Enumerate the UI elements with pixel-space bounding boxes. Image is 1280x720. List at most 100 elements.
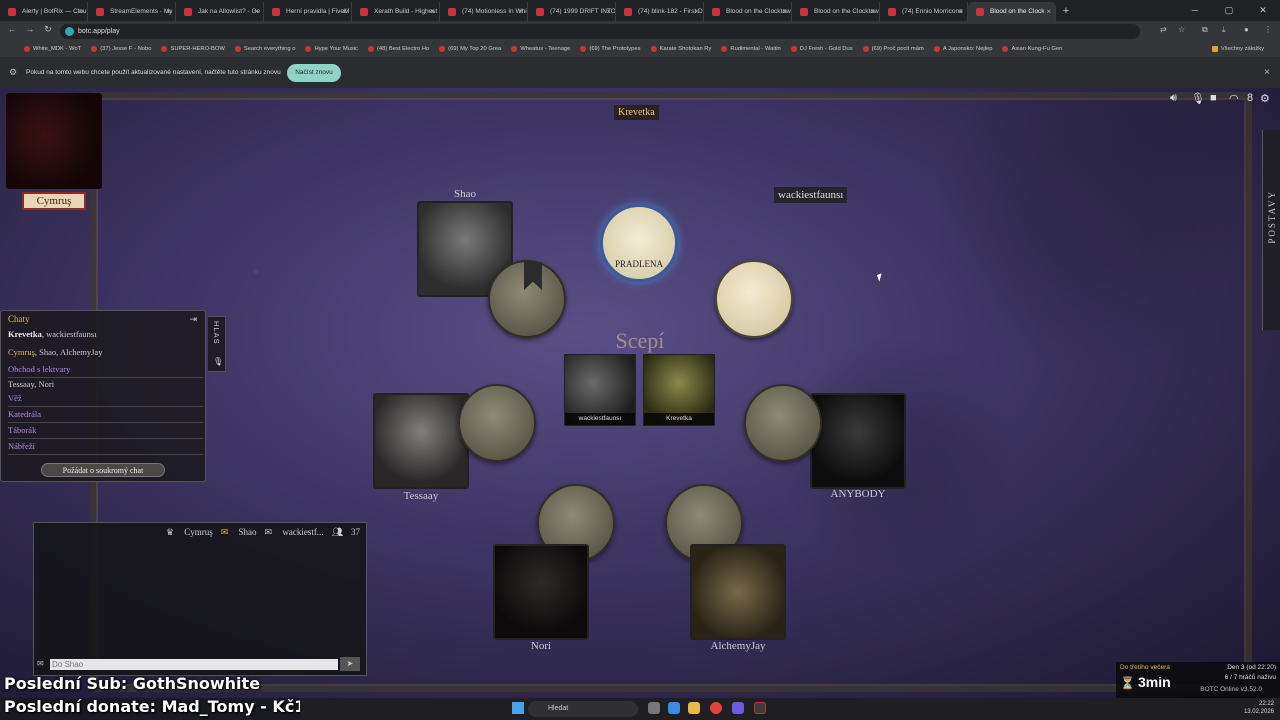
- bookmark-star-icon[interactable]: ☆: [1178, 25, 1185, 34]
- extensions-icon[interactable]: ⧉: [1202, 25, 1208, 35]
- voice-tab[interactable]: HLAS 🎙︎: [208, 316, 226, 372]
- forward-icon[interactable]: →: [24, 24, 36, 34]
- vote-token[interactable]: [458, 384, 536, 462]
- player-portrait-nori[interactable]: [493, 544, 589, 640]
- send-icon[interactable]: ➤: [340, 657, 360, 671]
- chat-tab[interactable]: ✉ wackiestf...: [265, 527, 324, 538]
- browser-tab[interactable]: Blood on the Clocktow ×: [792, 2, 880, 21]
- browser-tab[interactable]: Blood on the Clocktow ×: [704, 2, 792, 21]
- close-tab-icon[interactable]: ×: [870, 2, 875, 21]
- edge-icon[interactable]: [668, 702, 680, 714]
- browser-tab[interactable]: (74) 1999 DRIFT INTO ×: [528, 2, 616, 21]
- vote-token[interactable]: [488, 260, 566, 338]
- close-tab-icon[interactable]: ×: [518, 2, 523, 21]
- player-portrait-anybody[interactable]: [810, 393, 906, 489]
- chat-room[interactable]: Táborák: [8, 425, 203, 439]
- player-portrait-alchemyjay[interactable]: [690, 544, 786, 640]
- url-field[interactable]: botc.app/play: [60, 24, 1140, 39]
- bookmark-item[interactable]: (37) Jesse F - Nobo: [91, 46, 151, 52]
- close-tab-icon[interactable]: ×: [254, 2, 259, 21]
- gear-icon[interactable]: ⚙: [1260, 92, 1270, 105]
- bookmark-favicon-icon: [24, 46, 30, 52]
- all-bookmarks-folder[interactable]: Všechny záložky: [1211, 46, 1264, 52]
- browser-tab[interactable]: Alerty | BotRix — Clou ×: [0, 2, 88, 21]
- bookmark-item[interactable]: (69) Proč pocit mám: [862, 46, 924, 52]
- obs-icon[interactable]: [754, 702, 766, 714]
- chat-tab-active[interactable]: ✉ Shao: [221, 527, 257, 538]
- reload-button[interactable]: Načíst znovu: [287, 64, 341, 82]
- bookmark-item[interactable]: Karate Shotokan Ry: [650, 46, 711, 52]
- discord-icon[interactable]: [732, 702, 744, 714]
- group-icon[interactable]: 👥︎: [332, 527, 343, 538]
- bookmark-item[interactable]: A Japonsko: Nejlep: [933, 46, 992, 52]
- vote-token[interactable]: [744, 384, 822, 462]
- bookmark-item[interactable]: (69) My Top 20 Grea: [439, 46, 501, 52]
- close-tab-icon[interactable]: ×: [1046, 2, 1051, 21]
- task-view-icon[interactable]: [648, 702, 660, 714]
- player-portrait-tessaay[interactable]: [373, 393, 469, 489]
- bookmark-item[interactable]: Hype Your Music: [305, 46, 358, 52]
- translate-icon[interactable]: ⇄: [1160, 25, 1167, 34]
- bookmark-item[interactable]: (48) Best Electro Ho: [367, 46, 429, 52]
- close-window-icon[interactable]: ✕: [1246, 0, 1280, 21]
- reload-icon[interactable]: ↻: [42, 24, 54, 35]
- browser-tab[interactable]: Jak na Allowlist? - Ge ×: [176, 2, 264, 21]
- request-private-chat-button[interactable]: Požádat o soukromý chat: [41, 463, 165, 477]
- windows-start-icon[interactable]: [512, 702, 524, 714]
- bookmark-item[interactable]: DJ Fresh - Gold Dus: [790, 46, 853, 52]
- bookmark-item[interactable]: Search everything o: [234, 46, 295, 52]
- close-tab-icon[interactable]: ×: [342, 2, 347, 21]
- chat-input[interactable]: [50, 659, 338, 670]
- system-tray-clock[interactable]: 22:22 13.02.2026: [1244, 700, 1274, 716]
- close-icon[interactable]: ×: [1264, 67, 1270, 78]
- chat-tab[interactable]: ♛ Cymruş: [166, 527, 213, 538]
- maximize-icon[interactable]: ▢: [1212, 0, 1246, 21]
- browser-tab-active[interactable]: Blood on the Clock ×: [968, 2, 1056, 21]
- new-tab-button[interactable]: +: [1056, 2, 1076, 21]
- browser-tab[interactable]: (74) Ennio Morricone ×: [880, 2, 968, 21]
- tab-favicon-icon: [536, 8, 544, 16]
- close-tab-icon[interactable]: ×: [166, 2, 171, 21]
- chat-room[interactable]: Nábřeží: [8, 441, 203, 455]
- browser-tab[interactable]: StreamElements - My ×: [88, 2, 176, 21]
- taskbar-search[interactable]: Hledat: [528, 701, 638, 717]
- browser-tab[interactable]: (74) blink-182 - First D ×: [616, 2, 704, 21]
- back-icon[interactable]: ←: [6, 24, 18, 34]
- character-token[interactable]: PRADLENA: [600, 204, 678, 282]
- chat-room[interactable]: Obchod s lektvary: [8, 364, 203, 378]
- bookmark-item[interactable]: (69) The Prototypes: [580, 46, 641, 52]
- bookmark-item[interactable]: Asian Kung-Fu Gen: [1002, 46, 1062, 52]
- last-donate-overlay: Poslední donate: Mad_Tomy - Kč100: [4, 697, 328, 716]
- camera-icon[interactable]: ■: [1210, 92, 1217, 104]
- close-tab-icon[interactable]: ×: [694, 2, 699, 21]
- chat-room[interactable]: Tessaay, Nori: [8, 379, 203, 393]
- chat-room[interactable]: Cymruş, Shao, AlchemyJay: [8, 347, 203, 361]
- browser-tab[interactable]: Herní pravidla | FiveM ×: [264, 2, 352, 21]
- menu-icon[interactable]: ⋮: [1264, 25, 1272, 34]
- close-tab-icon[interactable]: ×: [78, 2, 83, 21]
- chat-room[interactable]: Věž: [8, 393, 203, 407]
- file-explorer-icon[interactable]: [688, 702, 700, 714]
- bookmark-item[interactable]: SUPER-HERO-BOW: [161, 46, 225, 52]
- close-tab-icon[interactable]: ×: [606, 2, 611, 21]
- volume-icon[interactable]: 🔊︎: [1170, 92, 1177, 105]
- chat-room[interactable]: Katedrála: [8, 409, 203, 423]
- exit-icon[interactable]: ⇥: [189, 314, 197, 325]
- site-info-icon[interactable]: [65, 27, 74, 36]
- bookmark-item[interactable]: Wheatus - Teenage: [511, 46, 570, 52]
- bookmark-item[interactable]: Rudimental - Waitin: [721, 46, 781, 52]
- browser-tab[interactable]: (74) Motionless In Whi ×: [440, 2, 528, 21]
- profile-icon[interactable]: ●: [1244, 25, 1249, 34]
- download-icon[interactable]: ⤓: [1222, 25, 1226, 35]
- bookmark-item[interactable]: White_MDK - WoT: [24, 46, 81, 52]
- close-tab-icon[interactable]: ×: [782, 2, 787, 21]
- close-tab-icon[interactable]: ×: [430, 2, 435, 21]
- vote-token[interactable]: [715, 260, 793, 338]
- minimize-icon[interactable]: ─: [1178, 0, 1212, 21]
- close-tab-icon[interactable]: ×: [958, 2, 963, 21]
- chrome-icon[interactable]: [710, 702, 722, 714]
- chat-room[interactable]: Krevetka, wackiestfaunsı: [8, 329, 203, 343]
- microphone-icon[interactable]: 🎙︎: [1191, 92, 1205, 105]
- browser-tab[interactable]: Xerath Build - Highest ×: [352, 2, 440, 21]
- characters-tab[interactable]: POSTAVY: [1262, 130, 1280, 330]
